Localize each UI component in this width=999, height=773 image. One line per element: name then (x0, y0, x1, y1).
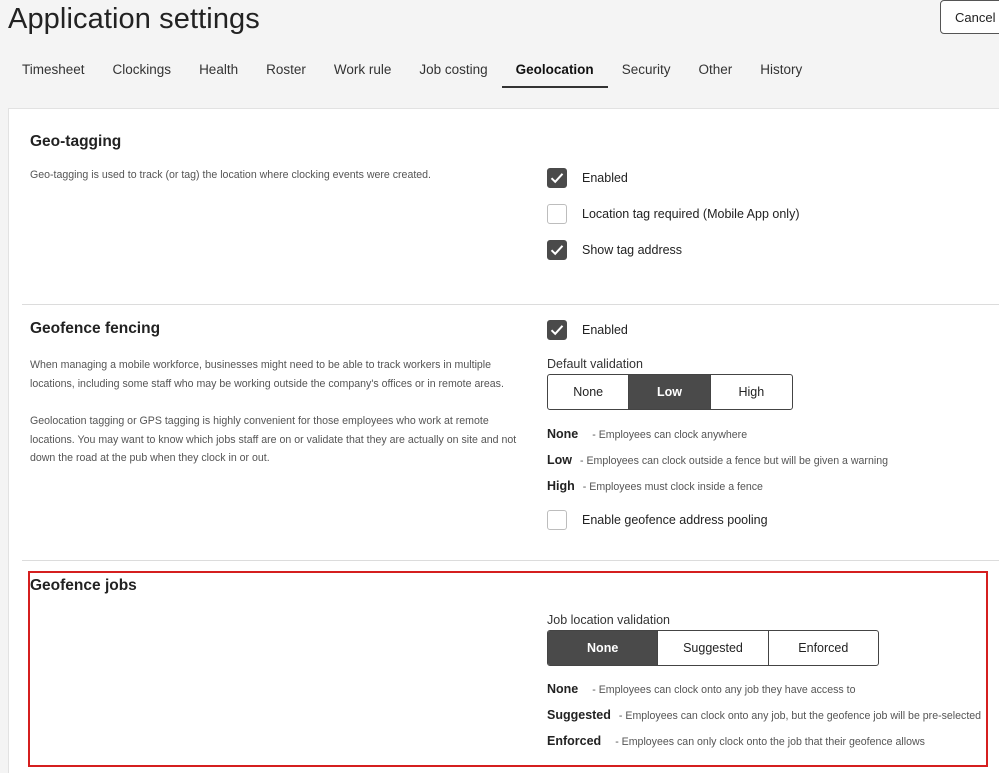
default-validation-selector: None Low High (547, 374, 793, 410)
tab-timesheet[interactable]: Timesheet (8, 54, 99, 88)
settings-tabs: Timesheet Clockings Health Roster Work r… (8, 54, 999, 88)
default-validation-low-button[interactable]: Low (629, 375, 711, 409)
tab-clockings[interactable]: Clockings (99, 54, 186, 88)
section-divider (22, 304, 999, 305)
legend-desc: - Employees can clock anywhere (592, 429, 748, 441)
validation-legend-none: None - Employees can clock anywhere (547, 427, 747, 441)
location-tag-required-label: Location tag required (Mobile App only) (582, 207, 800, 221)
job-validation-legend-enforced: Enforced - Employees can only clock onto… (547, 734, 925, 748)
geofence-enabled-label: Enabled (582, 323, 628, 337)
settings-page: Application settings Cancel Timesheet Cl… (0, 0, 999, 773)
address-pooling-row[interactable]: Enable geofence address pooling (547, 509, 768, 531)
page-title: Application settings (8, 3, 260, 35)
geofence-fencing-title: Geofence fencing (30, 320, 161, 337)
legend-name: Enforced (547, 734, 602, 748)
geo-tagging-enabled-label: Enabled (582, 171, 628, 185)
legend-name: High (547, 479, 575, 493)
geofence-fencing-description-1: When managing a mobile workforce, busine… (30, 359, 504, 390)
tab-work-rule[interactable]: Work rule (320, 54, 406, 88)
geofence-enabled-checkbox[interactable] (547, 320, 567, 340)
legend-name: None (547, 682, 579, 696)
address-pooling-label: Enable geofence address pooling (582, 513, 768, 527)
default-validation-label: Default validation (547, 357, 643, 371)
tab-job-costing[interactable]: Job costing (405, 54, 501, 88)
geo-tagging-title: Geo-tagging (30, 133, 122, 150)
check-icon (550, 173, 564, 184)
default-validation-high-button[interactable]: High (711, 375, 792, 409)
geo-tagging-enabled-checkbox[interactable] (547, 168, 567, 188)
legend-desc: - Employees must clock inside a fence (582, 481, 763, 493)
geofence-enabled-row[interactable]: Enabled (547, 319, 628, 341)
job-validation-legend-suggested: Suggested - Employees can clock onto any… (547, 708, 981, 722)
validation-legend-high: High - Employees must clock inside a fen… (547, 479, 763, 493)
geo-tagging-enabled-row[interactable]: Enabled (547, 167, 628, 189)
tab-geolocation[interactable]: Geolocation (501, 54, 608, 88)
tab-history[interactable]: History (746, 54, 816, 88)
job-validation-none-button[interactable]: None (548, 631, 659, 665)
check-icon (550, 245, 564, 256)
tab-other[interactable]: Other (684, 54, 746, 88)
address-pooling-checkbox[interactable] (547, 510, 567, 530)
legend-name: Low (547, 453, 572, 467)
geo-tagging-description: Geo-tagging is used to track (or tag) th… (30, 169, 432, 181)
job-validation-suggested-button[interactable]: Suggested (658, 631, 769, 665)
check-icon (550, 325, 564, 336)
geofence-fencing-description-2: Geolocation tagging or GPS tagging is hi… (30, 415, 517, 465)
legend-desc: - Employees can clock onto any job, but … (618, 710, 982, 722)
tab-health[interactable]: Health (185, 54, 252, 88)
job-validation-legend-none: None - Employees can clock onto any job … (547, 682, 855, 696)
job-validation-enforced-button[interactable]: Enforced (769, 631, 878, 665)
default-validation-none-button[interactable]: None (548, 375, 630, 409)
tab-roster[interactable]: Roster (252, 54, 320, 88)
tab-security[interactable]: Security (608, 54, 685, 88)
legend-desc: - Employees can clock outside a fence bu… (580, 455, 888, 467)
show-tag-address-label: Show tag address (582, 243, 683, 257)
validation-legend-low: Low - Employees can clock outside a fenc… (547, 453, 888, 467)
section-divider (22, 560, 999, 561)
legend-desc: - Employees can clock onto any job they … (592, 684, 856, 696)
job-location-validation-selector: None Suggested Enforced (547, 630, 879, 666)
location-tag-required-row[interactable]: Location tag required (Mobile App only) (547, 203, 800, 225)
show-tag-address-row[interactable]: Show tag address (547, 239, 682, 261)
cancel-button[interactable]: Cancel (940, 0, 999, 34)
show-tag-address-checkbox[interactable] (547, 240, 567, 260)
legend-name: None (547, 427, 579, 441)
job-location-validation-label: Job location validation (547, 613, 670, 627)
geofence-jobs-title: Geofence jobs (30, 577, 137, 594)
legend-name: Suggested (547, 708, 611, 722)
location-tag-required-checkbox[interactable] (547, 204, 567, 224)
legend-desc: - Employees can only clock onto the job … (615, 736, 925, 748)
